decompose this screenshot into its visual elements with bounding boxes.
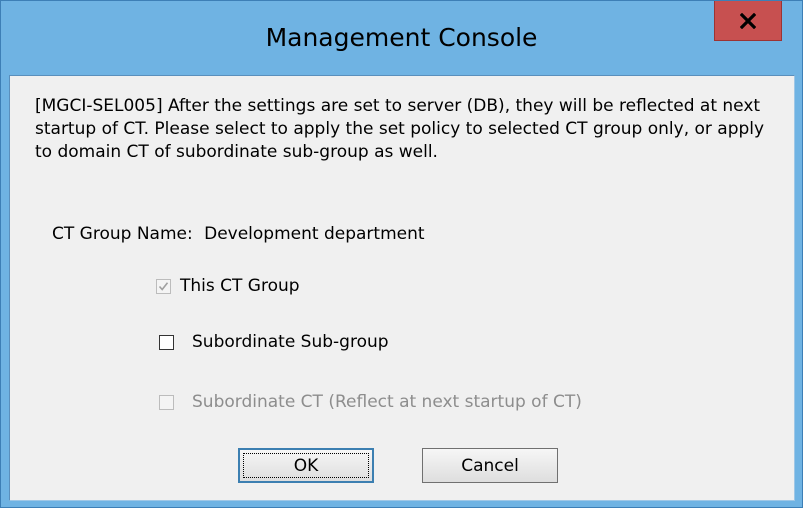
this-ct-group-checkbox bbox=[156, 278, 171, 294]
subordinate-ct-option: Subordinate CT (Reflect at next startup … bbox=[159, 392, 582, 412]
subordinate-sub-group-option[interactable]: Subordinate Sub-group bbox=[159, 332, 389, 352]
subordinate-ct-label: Subordinate CT (Reflect at next startup … bbox=[192, 392, 582, 412]
cancel-button[interactable]: Cancel bbox=[422, 448, 558, 483]
window-title: Management Console bbox=[265, 23, 538, 52]
group-name-value: Development department bbox=[204, 224, 425, 244]
dialog-window: Management Console [MGCI-SEL005] After t… bbox=[0, 0, 803, 508]
dialog-body: [MGCI-SEL005] After the settings are set… bbox=[9, 75, 795, 501]
close-icon bbox=[740, 12, 756, 29]
message-text: [MGCI-SEL005] After the settings are set… bbox=[35, 96, 765, 162]
this-ct-group-label: This CT Group bbox=[180, 276, 300, 296]
cancel-button-label: Cancel bbox=[461, 455, 519, 476]
checkmark-icon bbox=[158, 281, 169, 291]
this-ct-group-option: This CT Group bbox=[156, 276, 300, 296]
subordinate-sub-group-label[interactable]: Subordinate Sub-group bbox=[192, 332, 389, 352]
subordinate-sub-group-checkbox[interactable] bbox=[159, 334, 174, 350]
close-button[interactable] bbox=[714, 1, 782, 41]
title-bar[interactable]: Management Console bbox=[1, 1, 802, 75]
group-name-row: CT Group Name: Development department bbox=[52, 224, 425, 244]
ok-button[interactable]: OK bbox=[238, 448, 374, 483]
subordinate-ct-checkbox bbox=[159, 394, 174, 410]
group-name-label: CT Group Name: bbox=[52, 224, 193, 244]
focus-rectangle bbox=[243, 453, 369, 478]
